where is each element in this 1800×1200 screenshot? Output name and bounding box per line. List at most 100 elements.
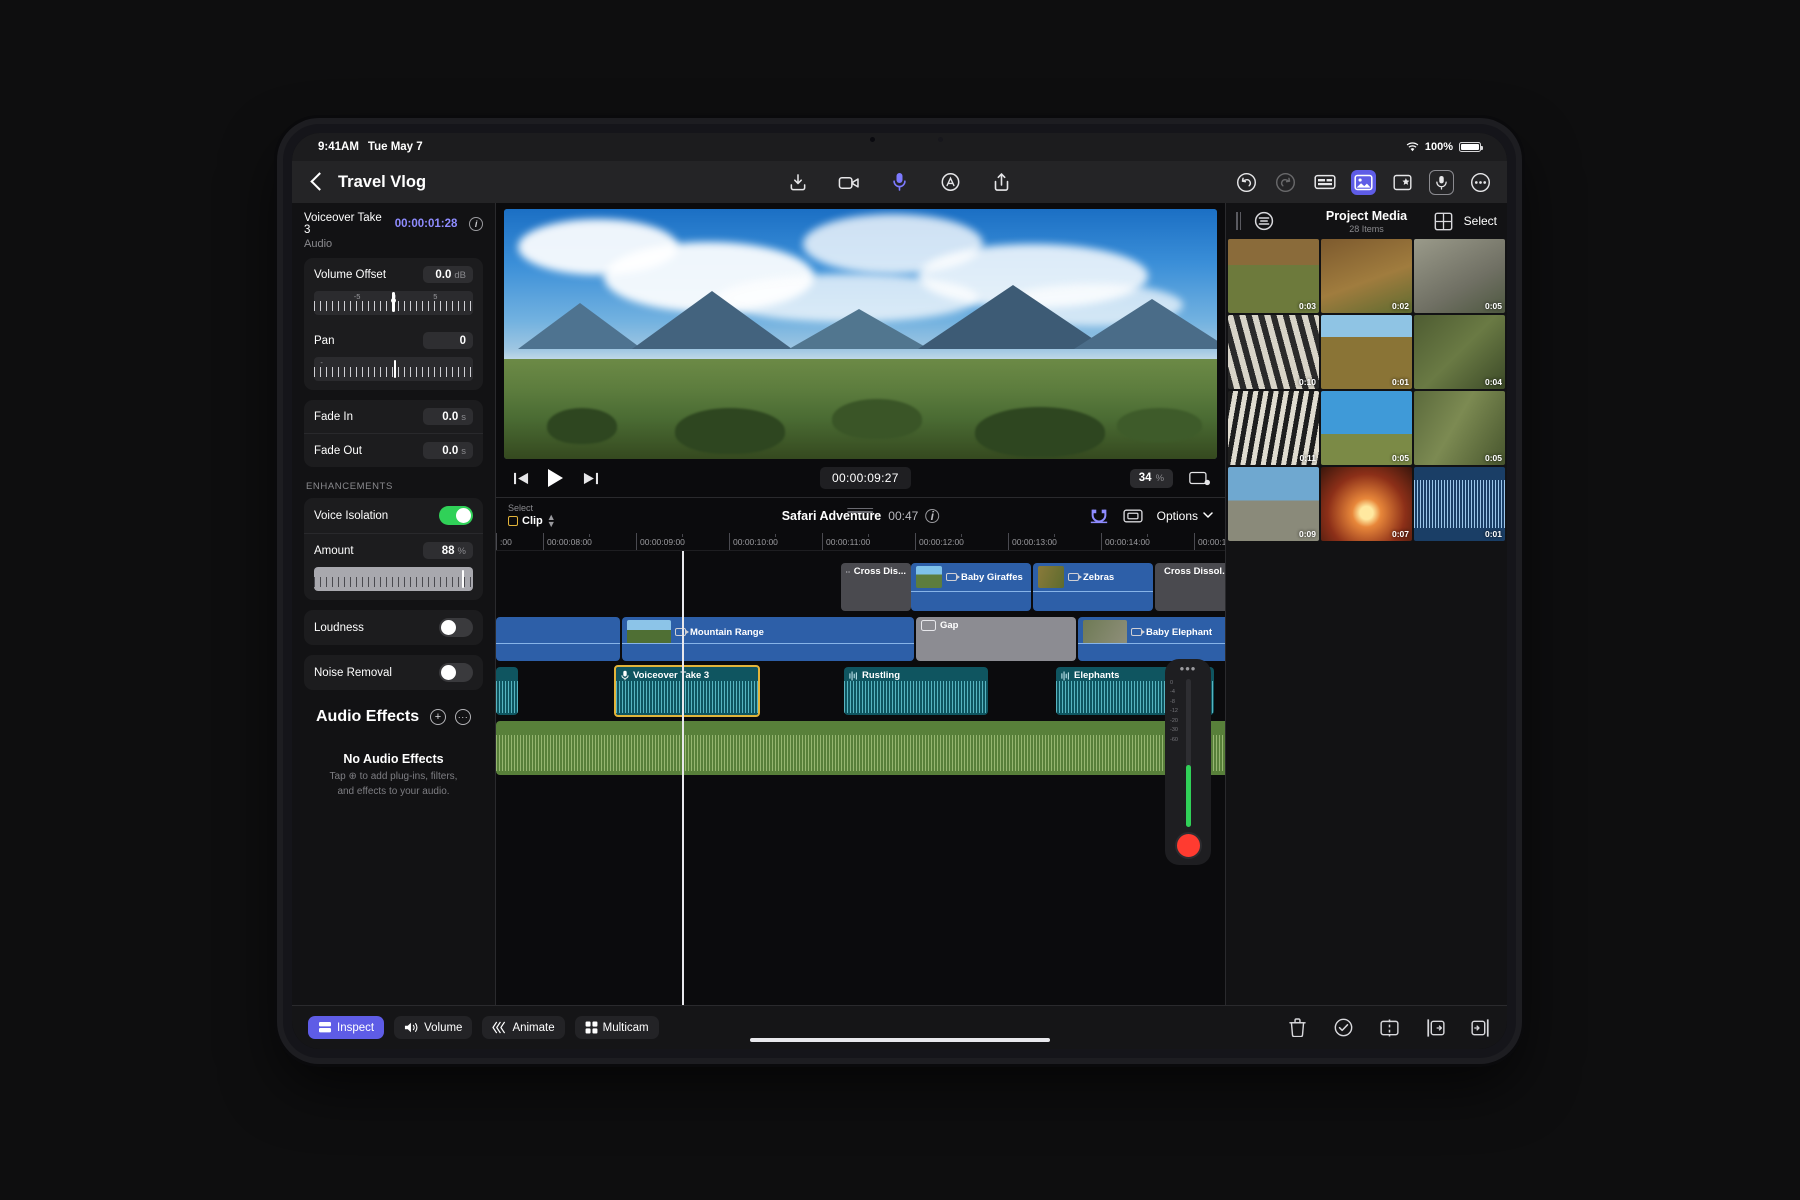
microphone-icon[interactable] xyxy=(887,170,912,195)
import-icon[interactable] xyxy=(785,170,810,195)
audio-browser-icon[interactable] xyxy=(1429,169,1454,195)
viewer-timecode[interactable]: 00:00:09:27 xyxy=(820,467,911,489)
media-item[interactable]: 0:05 xyxy=(1414,391,1505,465)
fit-timeline-icon[interactable] xyxy=(1123,506,1143,526)
timeline-playhead[interactable] xyxy=(682,551,684,1005)
browser-select-button[interactable]: Select xyxy=(1464,214,1497,228)
audio-clip[interactable]: Rustling xyxy=(844,667,988,715)
volume-knob[interactable] xyxy=(390,292,396,312)
timeline-tracks[interactable]: Cross Dis... Baby Giraffes Zebras Cross … xyxy=(496,551,1225,1005)
more-icon[interactable] xyxy=(1468,170,1493,195)
selection-mode[interactable]: Select Clip ▲ ▼ xyxy=(508,503,556,529)
bush xyxy=(1117,407,1203,442)
multicam-button[interactable]: Multicam xyxy=(574,1016,659,1039)
ellipsis-icon[interactable]: ••• xyxy=(1180,662,1197,675)
loudness-toggle[interactable] xyxy=(439,618,473,637)
music-track-clip[interactable] xyxy=(496,721,1225,775)
amount-row: Amount 88 % xyxy=(304,533,483,567)
insert-left-icon[interactable] xyxy=(1425,1018,1445,1038)
audio-clip[interactable] xyxy=(496,667,518,715)
insert-right-icon[interactable] xyxy=(1471,1018,1491,1038)
media-item[interactable]: 0:05 xyxy=(1321,391,1412,465)
video-clip[interactable]: Baby Elephant xyxy=(1078,617,1225,661)
list-view-icon[interactable] xyxy=(1254,211,1274,231)
plus-circle-icon[interactable]: + xyxy=(430,709,446,725)
timeline-ruler[interactable]: :00 00:00:08:00 00:00:09:00 00:00:10:00 … xyxy=(496,533,1225,551)
info-icon[interactable]: i xyxy=(469,217,483,231)
fade-out-field[interactable]: 0.0 s xyxy=(423,442,473,459)
ruler-tick: 00:00:14:00 xyxy=(1101,533,1150,550)
skip-back-icon[interactable] xyxy=(510,467,532,489)
video-clip[interactable]: Mountain Range xyxy=(622,617,914,661)
bush xyxy=(831,399,922,439)
video-preview[interactable] xyxy=(504,209,1217,459)
transition-clip[interactable]: Cross Dissol... xyxy=(1155,563,1225,611)
split-icon[interactable] xyxy=(1379,1018,1399,1038)
transition-clip[interactable]: Cross Dis... xyxy=(841,563,911,611)
status-time: 9:41AM xyxy=(318,141,359,153)
camera-icon[interactable] xyxy=(836,170,861,195)
media-grid[interactable]: 0:03 0:02 0:05 0:10 0:01 0:04 0:11 0:05 … xyxy=(1226,239,1507,1005)
share-icon[interactable] xyxy=(989,170,1014,195)
info-icon[interactable]: i xyxy=(925,508,940,523)
battery-percent: 100% xyxy=(1424,141,1453,153)
amount-field[interactable]: 88 % xyxy=(423,542,473,559)
media-item[interactable]: 0:09 xyxy=(1228,467,1319,541)
voice-isolation-toggle[interactable] xyxy=(439,506,473,525)
gap-clip[interactable]: Gap xyxy=(916,617,1076,661)
home-indicator[interactable] xyxy=(749,1038,1050,1042)
trash-icon[interactable] xyxy=(1287,1018,1307,1038)
inspect-button[interactable]: Inspect xyxy=(308,1016,385,1039)
grid-view-icon[interactable] xyxy=(1434,211,1454,231)
ellipsis-circle-icon[interactable]: ··· xyxy=(455,709,471,725)
media-item[interactable]: 0:04 xyxy=(1414,315,1505,389)
fade-in-field[interactable]: 0.0 s xyxy=(423,408,473,425)
play-icon[interactable] xyxy=(548,469,563,487)
audio-mixer[interactable]: ••• 0 -4 -8 -12 -20 -30 -60 xyxy=(1165,659,1211,865)
media-item[interactable]: 0:02 xyxy=(1321,239,1412,313)
navigation-bar: Travel Vlog xyxy=(292,161,1507,203)
video-clip[interactable]: Baby Giraffes xyxy=(911,563,1031,611)
voiceover-clip[interactable]: Voiceover Take 3 xyxy=(614,665,760,717)
skip-forward-icon[interactable] xyxy=(579,467,601,489)
volume-offset-slider[interactable]: -5 0 5 xyxy=(314,291,473,315)
clip-label: Cross Dis... xyxy=(841,563,911,580)
browser-grabber[interactable] xyxy=(1236,212,1244,230)
timeline-options-button[interactable]: Options xyxy=(1157,509,1213,523)
timeline-grabber[interactable] xyxy=(847,507,874,513)
amount-knob[interactable] xyxy=(461,570,465,588)
media-item[interactable]: 0:10 xyxy=(1228,315,1319,389)
animate-button[interactable]: Animate xyxy=(482,1016,565,1039)
viewer-options-icon[interactable] xyxy=(1189,467,1211,489)
undo-icon[interactable] xyxy=(1234,170,1259,195)
zoom-level-field[interactable]: 34 % xyxy=(1129,468,1174,488)
media-browser-icon[interactable] xyxy=(1351,169,1376,195)
video-icon xyxy=(675,628,689,636)
effects-browser-icon[interactable] xyxy=(1390,170,1415,195)
redo-icon[interactable] xyxy=(1273,170,1298,195)
pan-field[interactable]: 0 xyxy=(423,332,473,349)
media-item[interactable]: 0:01 xyxy=(1414,467,1505,541)
media-item[interactable]: 0:01 xyxy=(1321,315,1412,389)
volume-offset-field[interactable]: 0.0 dB xyxy=(423,266,473,283)
record-button[interactable] xyxy=(1174,832,1202,859)
inspector-clip-type: Audio xyxy=(304,238,333,250)
media-item[interactable]: 0:07 xyxy=(1321,467,1412,541)
keyframe-icon[interactable] xyxy=(1312,170,1337,195)
media-item[interactable]: 0:03 xyxy=(1228,239,1319,313)
video-clip[interactable] xyxy=(496,617,620,661)
back-button[interactable] xyxy=(306,171,328,193)
pan-knob[interactable] xyxy=(393,360,396,378)
noise-removal-toggle[interactable] xyxy=(439,663,473,682)
mountain xyxy=(632,291,793,349)
magnetic-timeline-icon[interactable] xyxy=(1089,506,1109,526)
amount-slider[interactable] xyxy=(314,567,473,591)
ipad-screen: 9:41AM Tue May 7 100% Travel Vlog Voiceo… xyxy=(292,133,1507,1049)
titles-icon[interactable] xyxy=(938,170,963,195)
check-circle-icon[interactable] xyxy=(1333,1018,1353,1038)
media-item[interactable]: 0:11 xyxy=(1228,391,1319,465)
volume-button[interactable]: Volume xyxy=(394,1016,473,1039)
media-item[interactable]: 0:05 xyxy=(1414,239,1505,313)
video-clip[interactable]: Zebras xyxy=(1033,563,1153,611)
pan-slider[interactable]: - xyxy=(314,357,473,381)
